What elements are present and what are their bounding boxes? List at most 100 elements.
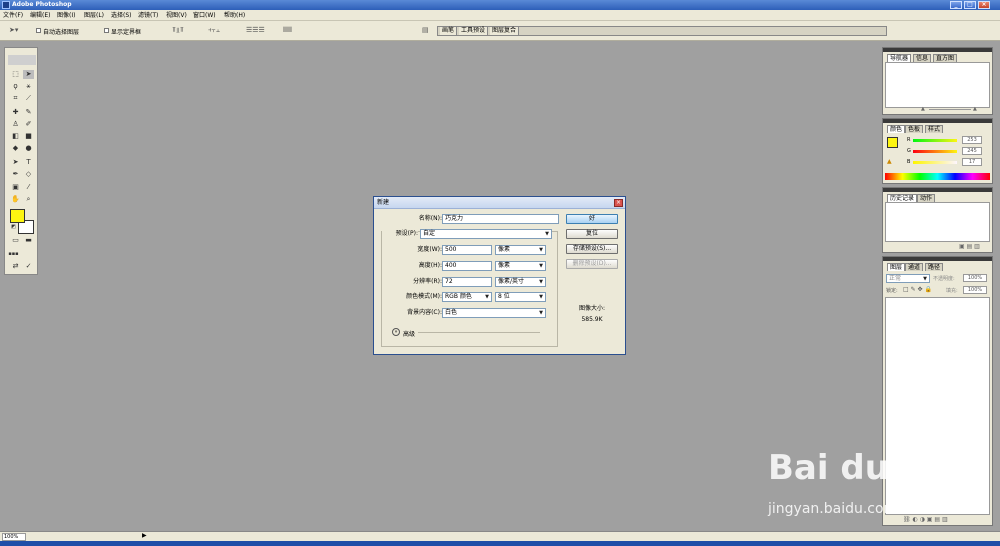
color-mode-select[interactable]: RGB 颜色 ▼ [442, 292, 492, 302]
tab-layers[interactable]: 图层 [887, 263, 906, 271]
eyedropper-icon[interactable]: ⁄ [23, 183, 34, 192]
zoom-out-icon[interactable]: ▲ [921, 106, 925, 112]
gamut-warning-icon[interactable]: ▲ [887, 158, 892, 165]
move-tool-icon[interactable]: ➤▾ [9, 26, 18, 34]
maximize-button[interactable]: □ [964, 1, 976, 9]
slice-tool-icon[interactable]: ⟋ [23, 94, 34, 103]
dialog-close-button[interactable]: × [614, 199, 623, 207]
history-brush-icon[interactable]: ✐ [23, 120, 34, 129]
clone-stamp-icon[interactable]: ♙ [10, 120, 21, 129]
gradient-tool-icon[interactable]: ■ [23, 132, 34, 141]
tab-tool-presets[interactable]: 工具预设 [459, 27, 489, 35]
crop-tool-icon[interactable]: ⌗ [10, 94, 21, 103]
preset-select[interactable]: 自定 ▼ [420, 229, 552, 239]
height-unit-select[interactable]: 像素 ▼ [495, 261, 546, 271]
blend-mode-select[interactable]: 正常 ▼ [886, 274, 930, 283]
tab-info[interactable]: 信息 [913, 54, 932, 62]
auto-select-checkbox[interactable] [36, 28, 41, 33]
menu-view[interactable]: 视图(V) [166, 12, 187, 19]
default-colors-icon[interactable]: ◩ [8, 223, 19, 232]
tab-navigator[interactable]: 导航器 [887, 54, 912, 62]
g-input[interactable]: 245 [962, 147, 982, 155]
pen-tool-icon[interactable]: ✒ [10, 170, 21, 179]
distribute-left-icon[interactable]: ⫴⫴⫴ [283, 26, 292, 35]
tab-channels[interactable]: 通道 [905, 263, 924, 271]
distribute-top-icon[interactable]: ☰☰☰ [246, 26, 265, 34]
marquee-tool-icon[interactable]: ⬚ [10, 70, 21, 79]
tab-actions[interactable]: 动作 [917, 194, 936, 202]
align-left-icon[interactable]: ⫞⫟⫠ [208, 26, 220, 35]
width-input[interactable]: 500 [442, 245, 492, 255]
bit-depth-select[interactable]: 8 位 ▼ [495, 292, 546, 302]
tab-brushes[interactable]: 画笔 [440, 27, 458, 35]
status-arrow-icon[interactable]: ▶ [142, 532, 147, 539]
g-slider[interactable] [913, 150, 957, 153]
menu-image[interactable]: 图像(I) [57, 12, 75, 19]
advanced-label[interactable]: 高级 [403, 329, 415, 338]
zoom-in-icon[interactable]: ▲ [973, 106, 977, 112]
tab-styles[interactable]: 样式 [925, 125, 944, 133]
tab-paths[interactable]: 路径 [925, 263, 944, 271]
lasso-tool-icon[interactable]: ϙ [10, 82, 21, 91]
show-bounds-checkbox[interactable] [104, 28, 109, 33]
delete-preset-button[interactable]: 删除预设(D)... [566, 259, 618, 269]
type-tool-icon[interactable]: T [23, 158, 34, 167]
menu-file[interactable]: 文件(F) [3, 12, 23, 19]
color-ramp[interactable] [885, 173, 990, 180]
healing-brush-icon[interactable]: ✚ [10, 108, 21, 117]
reset-button[interactable]: 复位 [566, 229, 618, 239]
tab-swatches[interactable]: 色板 [905, 125, 924, 133]
history-footer-icons[interactable]: ▣ ▤ ▥ [959, 243, 980, 250]
move-tool-icon[interactable]: ➤ [23, 70, 34, 79]
quick-mask-icon[interactable]: ▬ [23, 236, 34, 245]
color-foreground-swatch[interactable] [887, 137, 898, 148]
lock-icons[interactable]: □ ✎ ✥ 🔒 [903, 286, 932, 293]
ok-button[interactable]: 好 [566, 214, 618, 224]
brush-tool-icon[interactable]: ✎ [23, 108, 34, 117]
notes-tool-icon[interactable]: ▣ [10, 183, 21, 192]
resolution-input[interactable]: 72 [442, 277, 492, 287]
zoom-tool-icon[interactable]: ⌕ [23, 195, 34, 204]
tab-history[interactable]: 历史记录 [887, 194, 918, 202]
menu-layer[interactable]: 图层(L) [84, 12, 104, 19]
foreground-color-swatch[interactable] [10, 209, 25, 223]
b-input[interactable]: 17 [962, 158, 982, 166]
standard-mode-icon[interactable]: ▭ [10, 236, 21, 245]
menu-filter[interactable]: 滤镜(T) [138, 12, 158, 19]
zoom-level[interactable]: 100% [2, 533, 26, 541]
eraser-tool-icon[interactable]: ◧ [10, 132, 21, 141]
tab-histogram[interactable]: 直方图 [933, 54, 958, 62]
imageready-icon[interactable]: ✓ [23, 262, 34, 271]
b-slider[interactable] [913, 161, 957, 164]
resolution-unit-select[interactable]: 像素/英寸 ▼ [495, 277, 546, 287]
fill-input[interactable]: 100% [963, 286, 987, 294]
path-select-icon[interactable]: ➤ [10, 158, 21, 167]
minimize-button[interactable]: _ [950, 1, 962, 9]
magic-wand-icon[interactable]: ⚹ [23, 82, 34, 91]
menu-edit[interactable]: 编辑(E) [30, 12, 50, 19]
zoom-slider[interactable] [929, 109, 971, 110]
r-slider[interactable] [913, 139, 957, 142]
width-unit-select[interactable]: 像素 ▼ [495, 245, 546, 255]
tab-layer-comps[interactable]: 图层复合 [490, 27, 520, 35]
dodge-tool-icon[interactable]: ● [23, 144, 34, 153]
jump-to-imageready-icon[interactable]: ⇄ [10, 262, 21, 271]
close-button[interactable]: × [978, 1, 990, 9]
height-input[interactable]: 400 [442, 261, 492, 271]
advanced-expand-icon[interactable]: » [392, 328, 400, 336]
background-select[interactable]: 白色 ▼ [442, 308, 546, 318]
r-input[interactable]: 253 [962, 136, 982, 144]
menu-select[interactable]: 选择(S) [111, 12, 132, 19]
menu-help[interactable]: 帮助(H) [224, 12, 245, 19]
layers-footer-icons[interactable]: ⛓ ◐ ◑ ▣ ▤ ▥ [903, 516, 948, 523]
name-input[interactable]: 巧克力 [442, 214, 559, 224]
blur-tool-icon[interactable]: ◆ [10, 144, 21, 153]
align-top-icon[interactable]: ⫪⫫⫪ [172, 26, 184, 35]
hand-tool-icon[interactable]: ✋ [10, 195, 21, 204]
palette-well-icon[interactable]: ▤ [422, 26, 429, 34]
opacity-input[interactable]: 100% [963, 274, 987, 282]
tab-color[interactable]: 颜色 [887, 125, 906, 133]
save-preset-button[interactable]: 存储预设(S)... [566, 244, 618, 254]
screen-mode-icon[interactable]: ▪▪▪ [8, 250, 19, 259]
menu-window[interactable]: 窗口(W) [193, 12, 216, 19]
